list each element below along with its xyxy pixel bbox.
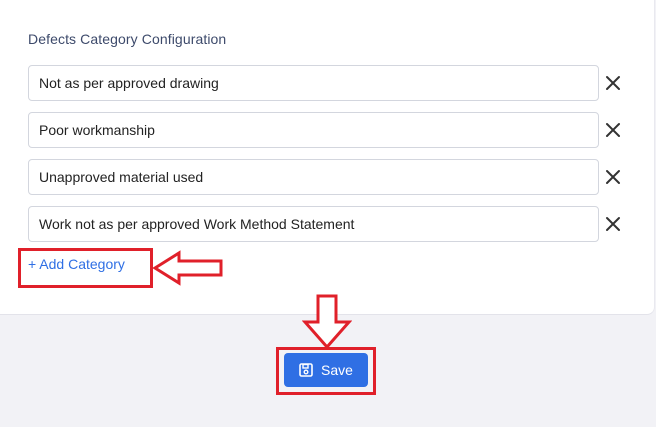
floppy-disk-icon (299, 363, 313, 377)
save-button-label: Save (321, 362, 353, 378)
highlight-box-add-category (18, 248, 153, 288)
close-icon[interactable] (603, 120, 623, 140)
category-input-3[interactable] (28, 159, 599, 195)
save-button[interactable]: Save (284, 353, 368, 387)
category-input-4[interactable] (28, 206, 599, 242)
section-title: Defects Category Configuration (28, 31, 227, 47)
close-icon[interactable] (603, 214, 623, 234)
down-arrow-icon (302, 294, 352, 350)
left-arrow-icon (153, 250, 223, 286)
close-icon[interactable] (603, 73, 623, 93)
category-input-1[interactable] (28, 65, 599, 101)
category-input-2[interactable] (28, 112, 599, 148)
close-icon[interactable] (603, 167, 623, 187)
